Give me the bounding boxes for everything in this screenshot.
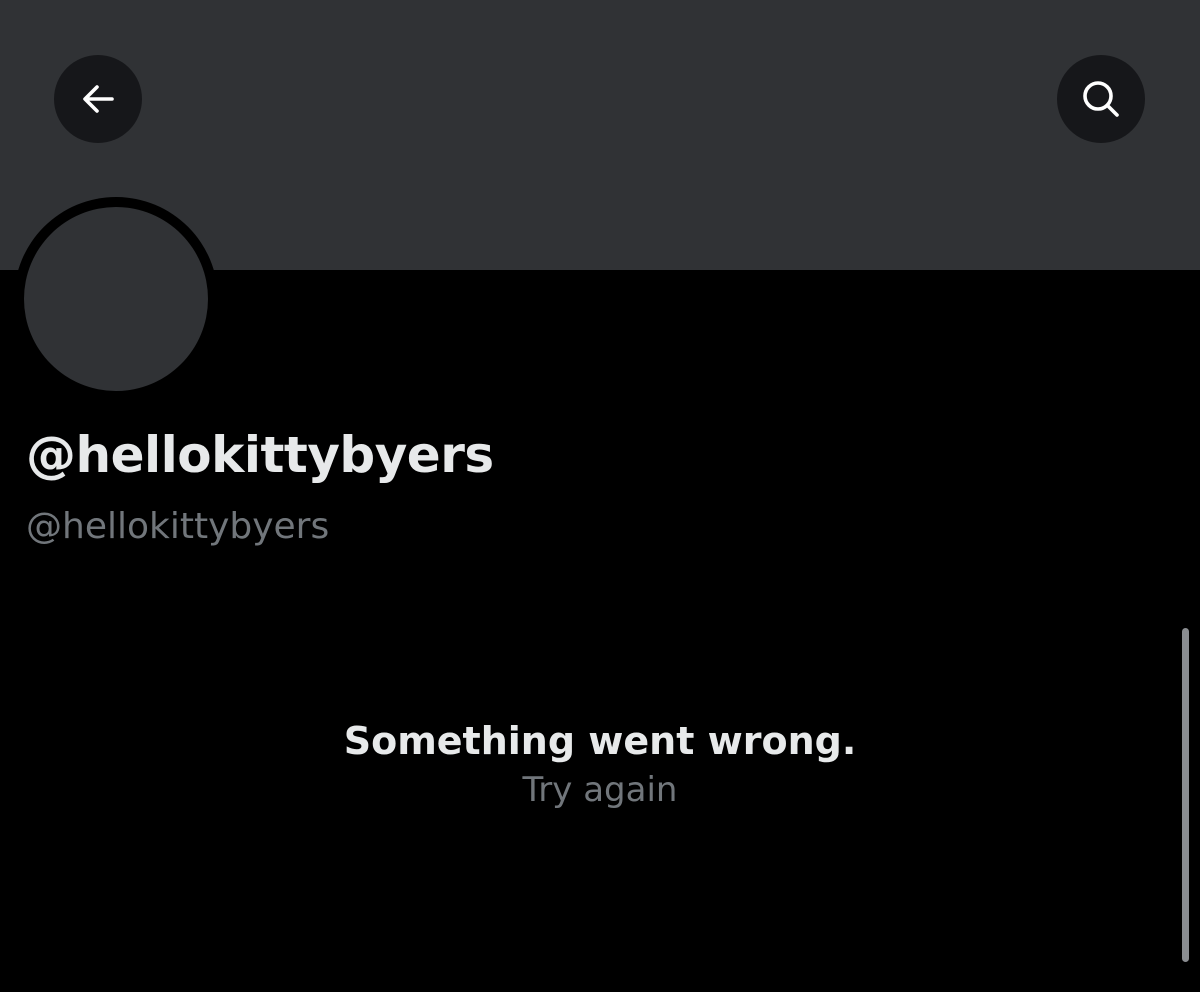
profile-handle: @hellokittybyers	[26, 506, 330, 547]
search-button[interactable]	[1057, 55, 1145, 143]
avatar-frame	[14, 197, 218, 401]
avatar[interactable]	[24, 207, 208, 391]
profile-display-name: @hellokittybyers	[26, 426, 494, 484]
back-button[interactable]	[54, 55, 142, 143]
arrow-left-icon	[83, 85, 114, 113]
scrollbar[interactable]	[1182, 628, 1189, 962]
profile-page: @hellokittybyers @hellokittybyers Someth…	[0, 0, 1200, 992]
error-title: Something went wrong.	[343, 719, 857, 763]
error-message: Something went wrong. Try again	[0, 716, 1200, 814]
try-again-button[interactable]: Try again	[523, 766, 678, 814]
search-icon	[1083, 81, 1119, 117]
